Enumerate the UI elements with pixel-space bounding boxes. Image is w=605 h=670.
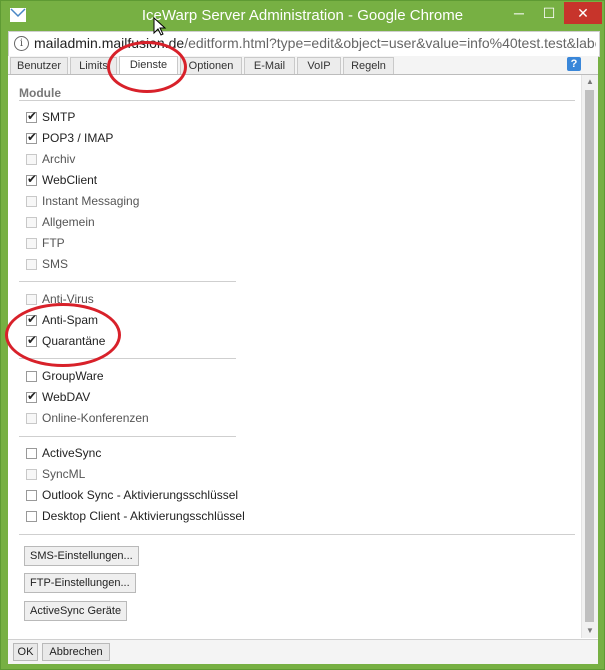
minimize-button[interactable]: ─ [504,2,534,24]
highlight-ring-checkboxes [5,303,121,367]
section-title: Module [19,86,61,100]
tab-optionen[interactable]: Optionen [180,57,242,74]
module-label: SMTP [42,110,76,124]
module-label: WebClient [42,173,98,187]
checkbox [26,238,37,249]
module-label: Desktop Client - Aktivierungsschlüssel [42,509,245,523]
checkbox[interactable]: ✔ [26,389,38,403]
checkbox [26,259,37,270]
buttons-divider [19,534,575,535]
ftp-settings-button[interactable]: FTP-Einstellungen... [24,573,136,593]
module-label: FTP [42,236,65,250]
checkbox[interactable]: ✔ [26,109,38,123]
checkbox[interactable] [26,490,37,501]
checkmark-icon: ✔ [27,389,38,403]
address-bar[interactable]: i mailadmin.mailfusion.de/editform.html?… [8,31,600,57]
tab-regeln[interactable]: Regeln [343,57,394,74]
module-label: Instant Messaging [42,194,140,208]
module-label: GroupWare [42,369,104,383]
checkbox[interactable] [26,371,37,382]
info-icon[interactable]: i [14,36,29,51]
checkbox[interactable]: ✔ [26,172,38,186]
checkbox [26,469,37,480]
scroll-up-icon[interactable]: ▲ [582,75,598,89]
scroll-thumb[interactable] [585,90,594,622]
checkbox [26,217,37,228]
module-label: Allgemein [42,215,95,229]
url-path: /editform.html?type=edit&object=user&val… [184,35,596,51]
checkbox [26,413,37,424]
tab-bar: Benutzer Limits Dienste Optionen E-Mail … [8,56,598,75]
checkbox[interactable] [26,448,37,459]
close-button[interactable]: ✕ [564,2,602,24]
checkbox [26,154,37,165]
module-label: POP3 / IMAP [42,131,114,145]
checkmark-icon: ✔ [27,109,38,123]
maximize-button[interactable]: ☐ [534,2,564,24]
module-label: SMS [42,257,69,271]
help-icon[interactable]: ? [567,57,581,71]
dialog-footer: OK Abbrechen [8,639,598,664]
cancel-button[interactable]: Abbrechen [42,643,110,661]
highlight-ring-tab [107,41,187,93]
vertical-scrollbar[interactable]: ▲ ▼ [581,75,598,638]
sms-settings-button[interactable]: SMS-Einstellungen... [24,546,139,566]
tab-benutzer[interactable]: Benutzer [10,57,68,74]
checkmark-icon: ✔ [27,172,38,186]
browser-window: IceWarp Server Administration - Google C… [0,0,605,670]
group-divider [19,281,236,282]
tab-voip[interactable]: VoIP [297,57,341,74]
checkbox [26,294,37,305]
title-bar: IceWarp Server Administration - Google C… [1,1,604,31]
module-label: WebDAV [42,390,91,404]
section-divider [19,100,575,101]
tab-email[interactable]: E-Mail [244,57,295,74]
checkbox[interactable]: ✔ [26,130,38,144]
group-divider [19,436,236,437]
scroll-down-icon[interactable]: ▼ [582,624,598,638]
checkmark-icon: ✔ [27,130,38,144]
mouse-cursor-icon [153,17,167,36]
ok-button[interactable]: OK [13,643,38,661]
checkbox [26,196,37,207]
module-label: ActiveSync [42,446,102,460]
module-label: Online-Konferenzen [42,411,149,425]
module-label: SyncML [42,467,86,481]
module-label: Archiv [42,152,76,166]
checkbox[interactable] [26,511,37,522]
module-label: Outlook Sync - Aktivierungsschlüssel [42,488,239,502]
activesync-devices-button[interactable]: ActiveSync Geräte [24,601,128,621]
